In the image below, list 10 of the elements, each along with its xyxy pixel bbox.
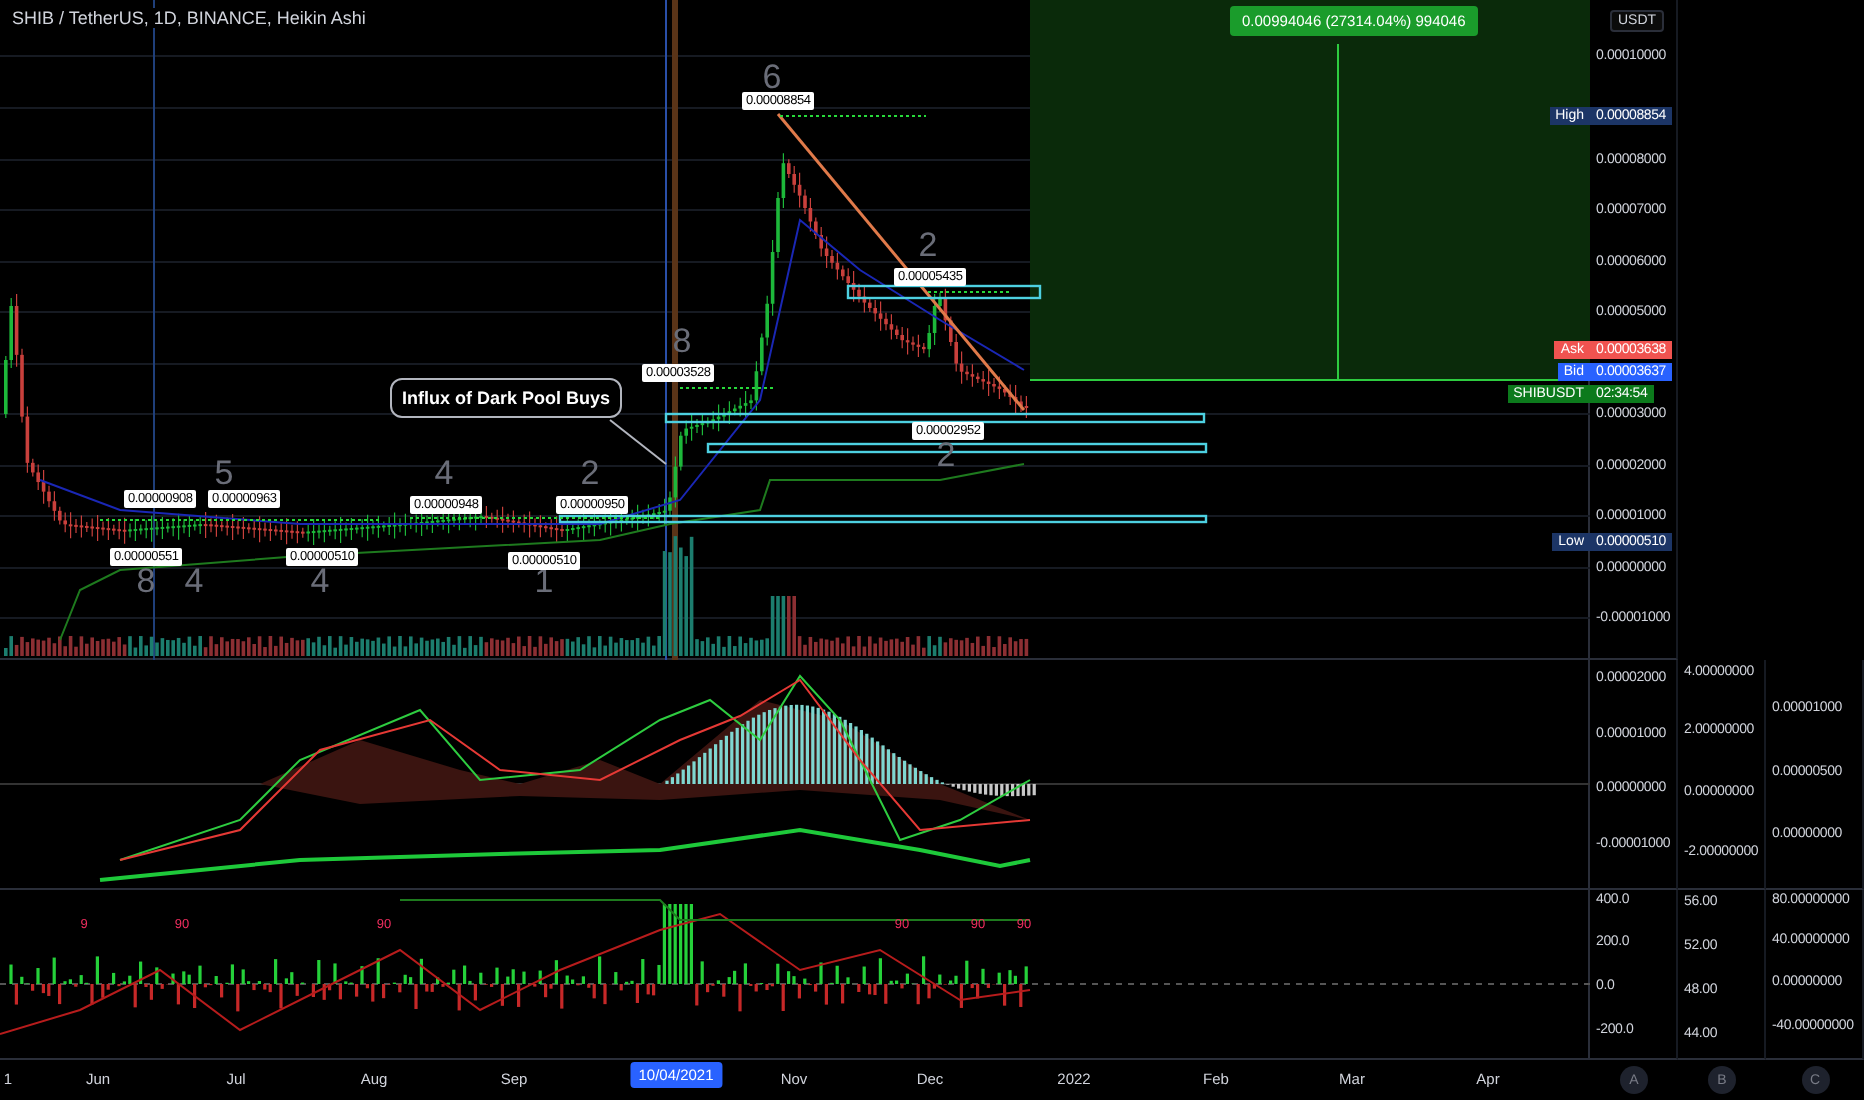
callout-note: Influx of Dark Pool Buys (390, 378, 623, 418)
wave-count-label: 6 (762, 60, 782, 94)
wave-count-label: 4 (310, 564, 330, 598)
wave-count-label: 5 (214, 456, 234, 490)
wave-count-label: 2 (918, 228, 938, 262)
wave-count-label: 4 (434, 456, 454, 490)
wave-count-label: 4 (184, 564, 204, 598)
wave-count-label: 2 (580, 456, 600, 490)
wave-count-label: 1 (534, 564, 554, 598)
chart-title: SHIB / TetherUS, 1D, BINANCE, Heikin Ashi (8, 8, 370, 28)
